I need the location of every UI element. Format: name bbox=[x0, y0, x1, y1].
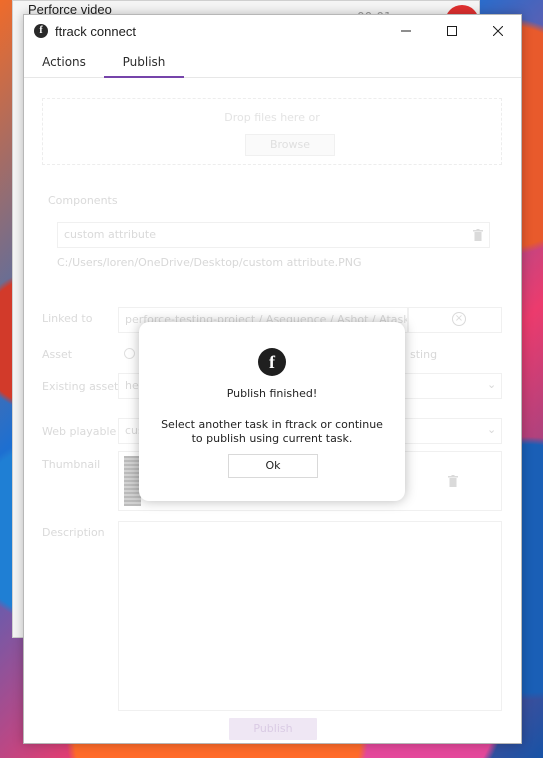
ok-button[interactable]: Ok bbox=[228, 454, 318, 478]
dialog-message: Select another task in ftrack or continu… bbox=[161, 418, 383, 445]
dialog-title: Publish finished! bbox=[226, 387, 318, 400]
publish-finished-dialog: f Publish finished! Select another task … bbox=[139, 322, 405, 501]
ftrack-logo-icon: f bbox=[258, 348, 286, 376]
